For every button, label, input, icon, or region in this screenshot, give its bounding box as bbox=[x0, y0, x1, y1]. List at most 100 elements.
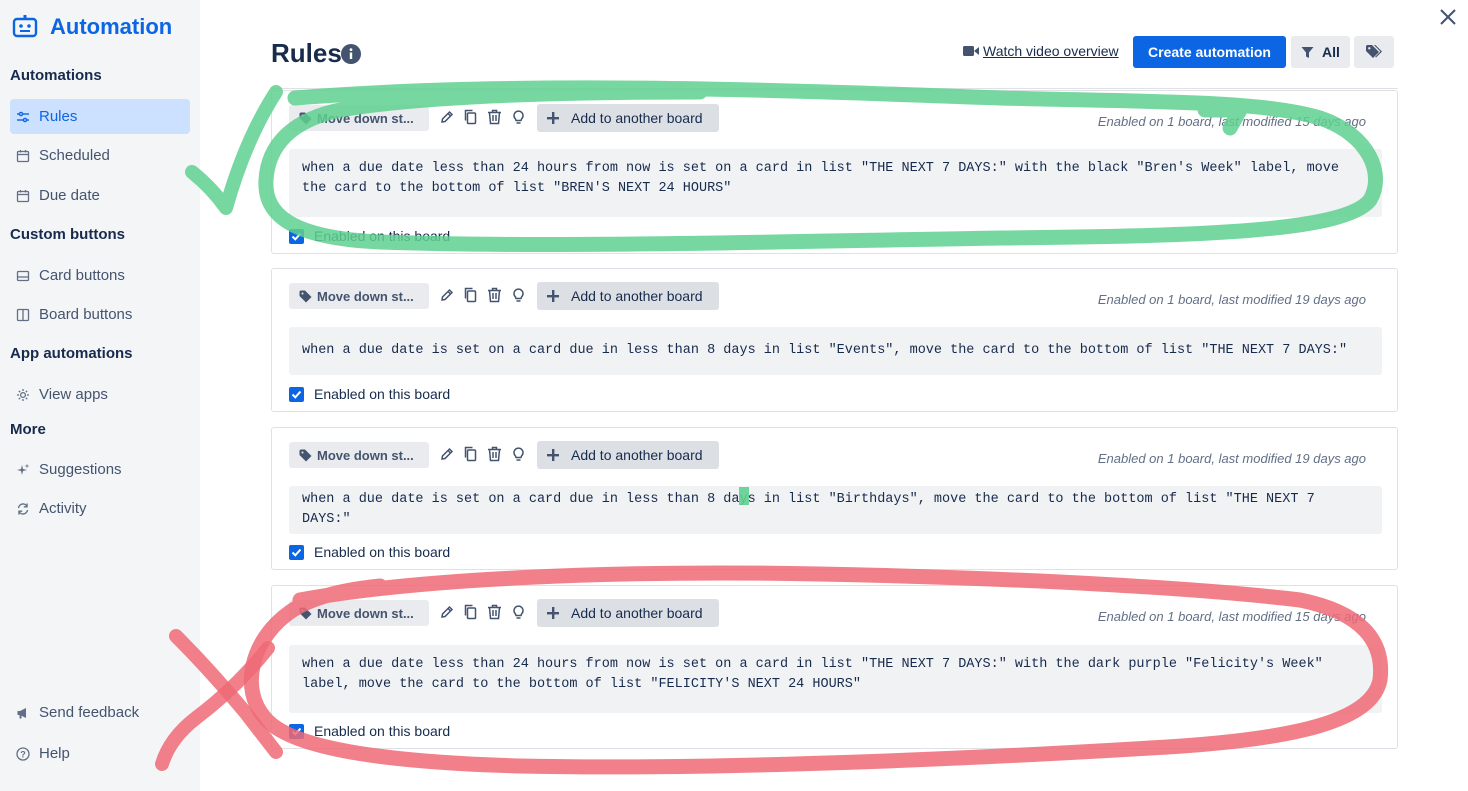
enabled-toggle[interactable]: Enabled on this board bbox=[289, 228, 450, 244]
enabled-checkbox[interactable] bbox=[289, 228, 304, 244]
rule-tag-chip[interactable]: Move down st... bbox=[289, 442, 429, 468]
plus-icon bbox=[547, 607, 559, 619]
copy-icon[interactable] bbox=[462, 603, 478, 621]
tags-button[interactable] bbox=[1354, 36, 1394, 68]
svg-text:?: ? bbox=[20, 749, 26, 759]
rule-meta: Enabled on 1 board, last modified 19 day… bbox=[1097, 451, 1366, 466]
add-to-another-board-button[interactable]: Add to another board bbox=[537, 599, 719, 627]
enabled-toggle[interactable]: Enabled on this board bbox=[289, 386, 450, 402]
sparkle-icon bbox=[15, 462, 31, 478]
enabled-checkbox[interactable] bbox=[289, 386, 304, 402]
refresh-icon bbox=[15, 501, 31, 517]
trash-icon[interactable] bbox=[486, 603, 502, 621]
add-to-board-label: Add to another board bbox=[571, 288, 703, 304]
rule-tag-label: Move down st... bbox=[317, 447, 414, 463]
rule-tag-label: Move down st... bbox=[317, 288, 414, 304]
add-to-another-board-button[interactable]: Add to another board bbox=[537, 441, 719, 469]
sidebar-item-view-apps[interactable]: View apps bbox=[10, 377, 190, 412]
rule-description: when a due date less than 24 hours from … bbox=[289, 149, 1382, 217]
sidebar-item-label: Rules bbox=[39, 108, 78, 125]
add-to-board-label: Add to another board bbox=[571, 447, 703, 463]
add-to-another-board-button[interactable]: Add to another board bbox=[537, 104, 719, 132]
rule-tag-label: Move down st... bbox=[317, 605, 414, 621]
rule-tag-chip[interactable]: Move down st... bbox=[289, 105, 429, 131]
trash-icon[interactable] bbox=[486, 108, 502, 126]
sidebar-item-rules[interactable]: Rules bbox=[10, 99, 190, 134]
sidebar-item-label: Suggestions bbox=[39, 461, 122, 478]
sidebar: Automation Automations Rules Scheduled D… bbox=[0, 0, 200, 791]
rule-meta: Enabled on 1 board, last modified 15 day… bbox=[1097, 114, 1366, 129]
enabled-toggle[interactable]: Enabled on this board bbox=[289, 544, 450, 560]
calendar-icon bbox=[15, 148, 31, 164]
edit-icon[interactable] bbox=[438, 108, 454, 126]
sidebar-item-label: Due date bbox=[39, 187, 100, 204]
lightbulb-icon[interactable] bbox=[510, 445, 526, 463]
rule-card: Move down st... Add to another board Ena… bbox=[271, 427, 1398, 570]
enabled-label: Enabled on this board bbox=[314, 228, 451, 244]
add-to-another-board-button[interactable]: Add to another board bbox=[537, 282, 719, 310]
sidebar-item-activity[interactable]: Activity bbox=[10, 491, 190, 526]
plus-icon bbox=[547, 290, 559, 302]
filter-button[interactable]: All bbox=[1291, 36, 1350, 68]
lightbulb-icon[interactable] bbox=[510, 603, 526, 621]
sidebar-item-label: Send feedback bbox=[39, 704, 140, 721]
edit-icon[interactable] bbox=[438, 286, 454, 304]
section-custom-buttons: Custom buttons bbox=[10, 226, 125, 243]
sidebar-item-label: Card buttons bbox=[39, 267, 125, 284]
enabled-label: Enabled on this board bbox=[314, 723, 451, 739]
video-icon bbox=[963, 46, 979, 56]
board-icon bbox=[15, 307, 31, 323]
create-automation-button[interactable]: Create automation bbox=[1133, 36, 1286, 68]
close-icon[interactable] bbox=[1437, 6, 1459, 28]
sidebar-item-label: Board buttons bbox=[39, 306, 133, 323]
tags-icon bbox=[1366, 45, 1382, 58]
green-checkmark-annotation bbox=[185, 85, 283, 215]
sidebar-item-label: Help bbox=[39, 745, 70, 762]
edit-icon[interactable] bbox=[438, 445, 454, 463]
sidebar-item-help[interactable]: ? Help bbox=[10, 736, 190, 771]
header-divider bbox=[271, 88, 1398, 89]
tag-icon bbox=[299, 112, 312, 124]
sidebar-item-card-buttons[interactable]: Card buttons bbox=[10, 258, 190, 293]
sidebar-item-suggestions[interactable]: Suggestions bbox=[10, 452, 190, 487]
rule-tag-label: Move down st... bbox=[317, 110, 414, 126]
enabled-checkbox[interactable] bbox=[289, 723, 304, 739]
enabled-toggle[interactable]: Enabled on this board bbox=[289, 723, 450, 739]
sliders-icon bbox=[15, 109, 31, 125]
copy-icon[interactable] bbox=[462, 108, 478, 126]
rule-tag-chip[interactable]: Move down st... bbox=[289, 283, 429, 309]
rule-tag-chip[interactable]: Move down st... bbox=[289, 600, 429, 626]
rule-meta: Enabled on 1 board, last modified 15 day… bbox=[1097, 609, 1366, 624]
edit-icon[interactable] bbox=[438, 603, 454, 621]
enabled-label: Enabled on this board bbox=[314, 386, 451, 402]
robot-icon bbox=[12, 15, 38, 38]
brand[interactable]: Automation bbox=[12, 14, 172, 40]
sidebar-item-label: Scheduled bbox=[39, 147, 110, 164]
rule-description: when a due date is set on a card due in … bbox=[289, 327, 1382, 375]
sidebar-item-send-feedback[interactable]: Send feedback bbox=[10, 695, 190, 730]
sidebar-item-due-date[interactable]: Due date bbox=[10, 178, 190, 213]
rule-meta: Enabled on 1 board, last modified 19 day… bbox=[1097, 292, 1366, 307]
enabled-checkbox[interactable] bbox=[289, 544, 304, 560]
page-title: Rules bbox=[271, 38, 342, 68]
tag-icon bbox=[299, 449, 312, 461]
watch-video-link[interactable]: Watch video overview bbox=[963, 43, 1119, 59]
lightbulb-icon[interactable] bbox=[510, 108, 526, 126]
calendar-icon bbox=[15, 188, 31, 204]
trash-icon[interactable] bbox=[486, 445, 502, 463]
lightbulb-icon[interactable] bbox=[510, 286, 526, 304]
section-automations: Automations bbox=[10, 67, 102, 84]
trash-icon[interactable] bbox=[486, 286, 502, 304]
copy-icon[interactable] bbox=[462, 286, 478, 304]
sidebar-item-label: View apps bbox=[39, 386, 108, 403]
copy-icon[interactable] bbox=[462, 445, 478, 463]
sidebar-item-board-buttons[interactable]: Board buttons bbox=[10, 297, 190, 332]
filter-icon bbox=[1301, 46, 1314, 58]
rule-card: Move down st... Add to another board Ena… bbox=[271, 585, 1398, 749]
sidebar-item-scheduled[interactable]: Scheduled bbox=[10, 138, 190, 173]
add-to-board-label: Add to another board bbox=[571, 605, 703, 621]
info-icon[interactable] bbox=[341, 44, 361, 64]
rule-description: when a due date is set on a card due in … bbox=[289, 486, 1382, 534]
watch-video-label: Watch video overview bbox=[983, 43, 1119, 59]
gear-icon bbox=[15, 387, 31, 403]
